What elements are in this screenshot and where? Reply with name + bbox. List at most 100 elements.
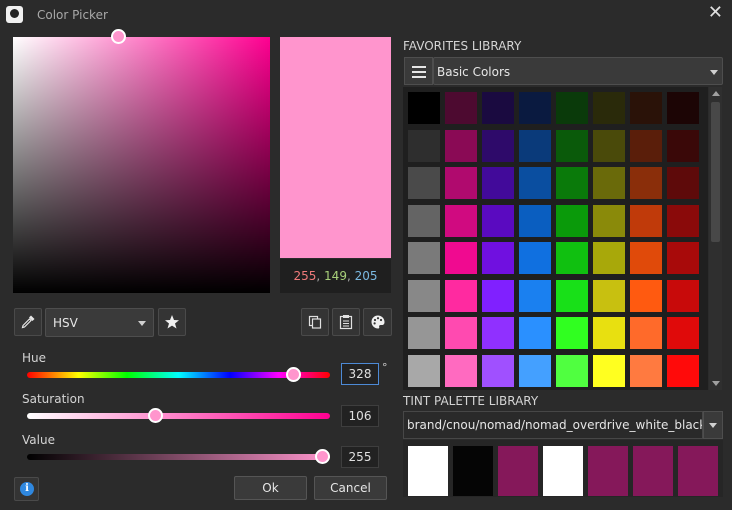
favorite-swatch[interactable] (556, 167, 588, 199)
favorite-swatch[interactable] (408, 167, 440, 199)
favorite-swatch[interactable] (408, 279, 440, 312)
hue-slider-handle[interactable] (286, 367, 302, 382)
sv-picker-handle[interactable] (111, 29, 126, 44)
favorite-swatch[interactable] (519, 242, 551, 274)
favorite-swatch[interactable] (482, 129, 514, 162)
favorite-swatch[interactable] (667, 92, 699, 124)
cancel-button[interactable]: Cancel (314, 476, 387, 500)
favorite-swatch[interactable] (445, 129, 477, 162)
favorite-swatch[interactable] (556, 129, 588, 162)
tint-swatch[interactable] (408, 446, 448, 496)
favorite-swatch[interactable] (667, 279, 699, 312)
favorite-swatch[interactable] (408, 317, 440, 349)
favorite-swatch[interactable] (482, 317, 514, 349)
favorite-swatch[interactable] (630, 317, 662, 349)
favorite-swatch[interactable] (519, 354, 551, 387)
tint-swatch[interactable] (453, 446, 493, 496)
favorite-swatch[interactable] (667, 129, 699, 162)
favorite-swatch[interactable] (519, 317, 551, 349)
tint-swatch[interactable] (543, 446, 583, 496)
copy-color-button[interactable] (301, 308, 329, 336)
favorites-scrollbar[interactable] (709, 87, 722, 390)
library-menu-button[interactable] (404, 57, 433, 85)
tint-swatch[interactable] (633, 446, 673, 496)
value-slider-handle[interactable] (315, 449, 330, 464)
favorite-swatch[interactable] (630, 204, 662, 237)
color-mode-select[interactable]: HSV (45, 308, 154, 337)
paste-color-button[interactable] (332, 308, 360, 336)
favorite-swatch[interactable] (630, 354, 662, 387)
favorite-swatch[interactable] (593, 279, 625, 312)
favorite-swatch[interactable] (445, 279, 477, 312)
ok-button[interactable]: Ok (234, 476, 307, 500)
favorite-swatch[interactable] (482, 167, 514, 199)
favorite-swatch[interactable] (519, 92, 551, 124)
favorite-swatch[interactable] (556, 317, 588, 349)
favorite-swatch[interactable] (445, 354, 477, 387)
favorite-swatch[interactable] (519, 279, 551, 312)
favorite-swatch[interactable] (556, 92, 588, 124)
favorite-swatch[interactable] (667, 317, 699, 349)
favorite-swatch[interactable] (408, 354, 440, 387)
favorite-swatch[interactable] (593, 354, 625, 387)
favorite-swatch[interactable] (593, 242, 625, 274)
eyedropper-button[interactable] (14, 308, 42, 336)
favorite-swatch[interactable] (482, 242, 514, 274)
favorite-swatch[interactable] (593, 167, 625, 199)
favorite-swatch[interactable] (667, 167, 699, 199)
favorite-swatch[interactable] (519, 167, 551, 199)
favorite-swatch[interactable] (593, 204, 625, 237)
tint-palette-dropdown[interactable] (703, 411, 723, 439)
favorite-swatch[interactable] (556, 204, 588, 237)
favorites-library-select[interactable]: Basic Colors (433, 57, 723, 85)
favorite-swatch[interactable] (556, 242, 588, 274)
value-input[interactable]: 255 (341, 446, 379, 468)
favorite-swatch[interactable] (445, 92, 477, 124)
favorite-swatch[interactable] (519, 129, 551, 162)
favorite-swatch[interactable] (593, 92, 625, 124)
tint-swatch[interactable] (498, 446, 538, 496)
favorite-swatch[interactable] (556, 279, 588, 312)
favorite-swatch[interactable] (408, 204, 440, 237)
favorite-swatch[interactable] (630, 279, 662, 312)
scroll-down-icon[interactable] (712, 381, 720, 386)
hue-input[interactable]: 328 (341, 363, 379, 385)
favorite-swatch[interactable] (408, 92, 440, 124)
favorite-swatch[interactable] (445, 317, 477, 349)
close-icon[interactable]: ✕ (708, 4, 723, 22)
saturation-slider-handle[interactable] (147, 408, 163, 423)
favorite-swatch[interactable] (667, 242, 699, 274)
tint-swatch[interactable] (678, 446, 718, 496)
favorite-swatch[interactable] (630, 129, 662, 162)
hue-slider-track[interactable] (27, 372, 330, 378)
palette-button[interactable] (363, 308, 392, 336)
favorite-swatch[interactable] (445, 167, 477, 199)
tint-palette-path[interactable]: brand/cnou/nomad/nomad_overdrive_white_b… (403, 411, 703, 439)
tint-swatch[interactable] (588, 446, 628, 496)
favorite-swatch[interactable] (482, 92, 514, 124)
favorite-swatch[interactable] (667, 204, 699, 237)
scroll-up-icon[interactable] (712, 91, 720, 96)
saturation-input[interactable]: 106 (341, 405, 379, 427)
favorite-swatch[interactable] (408, 129, 440, 162)
favorite-swatch[interactable] (630, 242, 662, 274)
favorite-swatch[interactable] (482, 279, 514, 312)
add-favorite-button[interactable] (158, 308, 186, 336)
favorite-swatch[interactable] (593, 317, 625, 349)
value-slider-track[interactable] (27, 454, 330, 460)
favorite-swatch[interactable] (408, 242, 440, 274)
favorite-swatch[interactable] (445, 242, 477, 274)
favorite-swatch[interactable] (556, 354, 588, 387)
favorite-swatch[interactable] (630, 92, 662, 124)
favorite-swatch[interactable] (667, 354, 699, 387)
favorite-swatch[interactable] (630, 167, 662, 199)
saturation-slider-track[interactable] (27, 413, 330, 419)
favorite-swatch[interactable] (593, 129, 625, 162)
favorite-swatch[interactable] (445, 204, 477, 237)
info-button[interactable]: i (14, 477, 39, 501)
saturation-value-area[interactable] (13, 29, 270, 293)
favorite-swatch[interactable] (482, 354, 514, 387)
favorite-swatch[interactable] (519, 204, 551, 237)
favorite-swatch[interactable] (482, 204, 514, 237)
scrollbar-thumb[interactable] (711, 102, 720, 242)
